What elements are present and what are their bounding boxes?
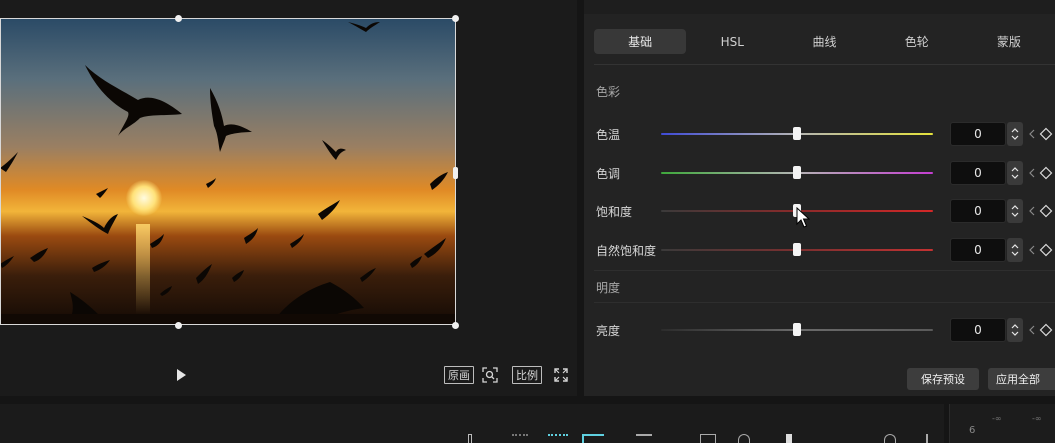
- slider-thumb[interactable]: [793, 243, 801, 256]
- slider-label: 亮度: [596, 324, 621, 338]
- audio-meter-panel: -∞ -∞ 6: [949, 404, 1055, 443]
- tab-mask[interactable]: 蒙版: [963, 29, 1055, 54]
- tab-color-wheel[interactable]: 色轮: [871, 29, 963, 54]
- value-stepper[interactable]: [1007, 318, 1023, 342]
- section-divider: [594, 302, 1055, 303]
- value-stepper[interactable]: [1007, 199, 1023, 223]
- value-stepper[interactable]: [1007, 122, 1023, 146]
- slider-label: 饱和度: [596, 205, 633, 219]
- zoom-fit-icon: [482, 367, 498, 383]
- section-title-brightness: 明度: [596, 281, 621, 295]
- tab-basic[interactable]: 基础: [594, 29, 687, 54]
- stepper-arrows-icon: [1011, 244, 1019, 256]
- link-icon[interactable]: [582, 434, 604, 443]
- keyframe-diamond-icon[interactable]: [1039, 204, 1053, 218]
- reset-left-arrow-icon[interactable]: [1027, 126, 1037, 142]
- adjust-panel: 基础 HSL 曲线 色轮 蒙版 色彩 色温 0 色调 0 饱和度 0 自然饱和度…: [584, 0, 1055, 396]
- zoom-out-icon[interactable]: [738, 434, 750, 443]
- slider-row-tint: 色调 0: [584, 161, 1055, 185]
- resize-handle-top-mid[interactable]: [175, 15, 182, 22]
- vibrance-slider[interactable]: [661, 243, 933, 256]
- tint-slider[interactable]: [661, 166, 933, 179]
- play-button[interactable]: [172, 366, 190, 384]
- slider-row-vibrance: 自然饱和度 0: [584, 238, 1055, 262]
- saturation-slider[interactable]: [661, 204, 933, 217]
- snap-icon[interactable]: [512, 434, 528, 442]
- stepper-arrows-icon: [1011, 205, 1019, 217]
- slider-row-temperature: 色温 0: [584, 122, 1055, 146]
- tint-value-field[interactable]: 0: [950, 161, 1006, 185]
- slider-label: 自然饱和度: [596, 244, 657, 258]
- magnet-icon[interactable]: [548, 434, 568, 443]
- resize-handle-top-right[interactable]: [452, 15, 459, 22]
- adjust-tabs: 基础 HSL 曲线 色轮 蒙版: [594, 29, 1055, 55]
- slider-thumb[interactable]: [793, 127, 801, 140]
- resize-handle-bottom-mid[interactable]: [175, 322, 182, 329]
- video-preview[interactable]: [0, 18, 456, 325]
- saturation-value-field[interactable]: 0: [950, 199, 1006, 223]
- tabs-divider: [594, 64, 1055, 65]
- play-icon: [177, 369, 186, 381]
- fullscreen-icon: [554, 368, 568, 382]
- brightness-slider[interactable]: [661, 323, 933, 336]
- vibrance-value-field[interactable]: 0: [950, 238, 1006, 262]
- stepper-arrows-icon: [1011, 167, 1019, 179]
- zoom-in-icon[interactable]: [884, 434, 896, 443]
- section-title-color: 色彩: [596, 85, 621, 99]
- player-panel: 原画 比例: [0, 0, 577, 396]
- stepper-arrows-icon: [1011, 324, 1019, 336]
- slider-thumb[interactable]: [793, 166, 801, 179]
- caption-icon[interactable]: [700, 434, 716, 443]
- section-divider: [594, 270, 1055, 271]
- reset-left-arrow-icon[interactable]: [1027, 165, 1037, 181]
- keyframe-diamond-icon[interactable]: [1039, 243, 1053, 257]
- reset-left-arrow-icon[interactable]: [1027, 322, 1037, 338]
- fullscreen-button[interactable]: [552, 366, 570, 384]
- reset-left-arrow-icon[interactable]: [1027, 203, 1037, 219]
- tab-curves[interactable]: 曲线: [778, 29, 870, 54]
- zoom-fit-button[interactable]: [481, 366, 499, 384]
- save-preset-button[interactable]: 保存预设: [907, 368, 979, 390]
- temperature-value-field[interactable]: 0: [950, 122, 1006, 146]
- aspect-ratio-button[interactable]: 比例: [512, 366, 542, 384]
- aspect-ratio-label: 比例: [516, 369, 538, 382]
- brightness-value-field[interactable]: 0: [950, 318, 1006, 342]
- value-stepper[interactable]: [1007, 161, 1023, 185]
- stepper-arrows-icon: [1011, 128, 1019, 140]
- original-view-button[interactable]: 原画: [444, 366, 474, 384]
- ruler-mark: 6: [969, 425, 976, 436]
- slider-label: 色温: [596, 128, 621, 142]
- keyframe-diamond-icon[interactable]: [1039, 166, 1053, 180]
- db-tick: -∞: [992, 414, 1002, 423]
- tab-hsl[interactable]: HSL: [686, 29, 778, 54]
- resize-handle-bottom-right[interactable]: [452, 322, 459, 329]
- split-icon[interactable]: [468, 434, 472, 443]
- seagull-silhouettes: [0, 22, 456, 325]
- more-icon[interactable]: [926, 434, 928, 443]
- slider-row-brightness: 亮度 0: [584, 318, 1055, 342]
- slider-thumb[interactable]: [793, 204, 801, 217]
- value-stepper[interactable]: [1007, 238, 1023, 262]
- timeline-toolbar: [0, 404, 944, 443]
- zoom-slider-handle[interactable]: [786, 434, 792, 443]
- slider-row-saturation: 饱和度 0: [584, 199, 1055, 223]
- slider-label: 色调: [596, 167, 621, 181]
- keyframe-diamond-icon[interactable]: [1039, 127, 1053, 141]
- preview-axis-icon[interactable]: [636, 434, 652, 443]
- original-view-label: 原画: [448, 369, 470, 382]
- reset-left-arrow-icon[interactable]: [1027, 242, 1037, 258]
- temperature-slider[interactable]: [661, 127, 933, 140]
- panel-top-tabs-strip: [584, 0, 1055, 14]
- db-tick: -∞: [1032, 414, 1042, 423]
- keyframe-diamond-icon[interactable]: [1039, 323, 1053, 337]
- resize-handle-right-mid[interactable]: [453, 167, 458, 179]
- apply-all-button[interactable]: 应用全部: [988, 368, 1055, 390]
- slider-thumb[interactable]: [793, 323, 801, 336]
